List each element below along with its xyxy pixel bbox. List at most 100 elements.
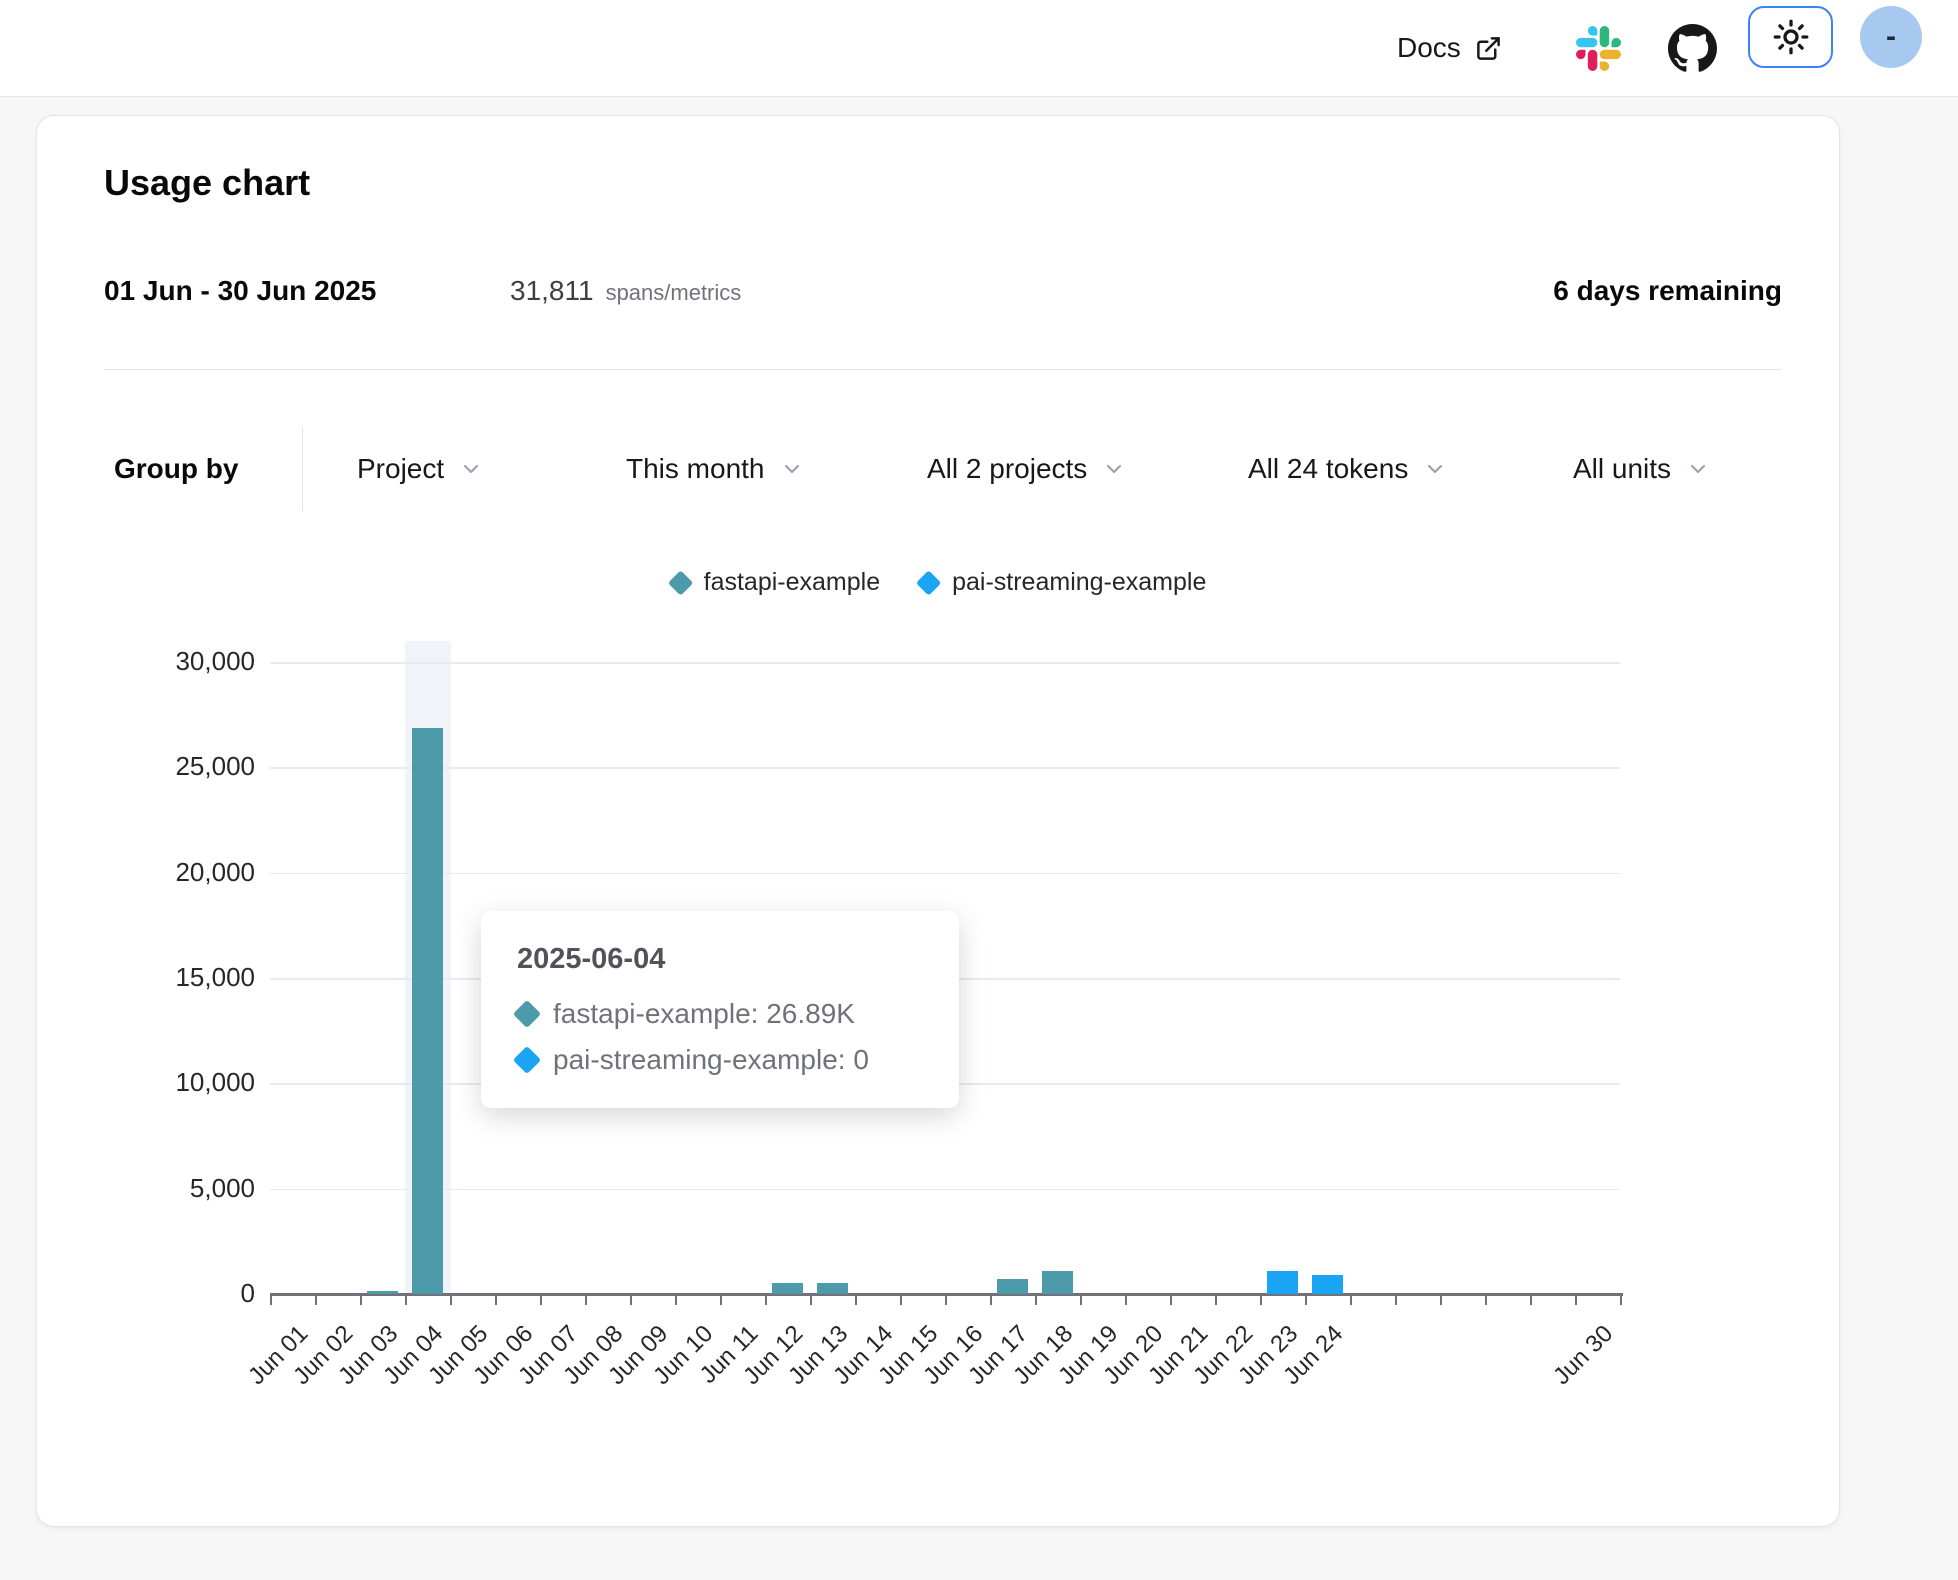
x-axis-tick — [1485, 1296, 1487, 1305]
page-title: Usage chart — [104, 162, 310, 204]
spans-unit: spans/metrics — [606, 280, 742, 306]
tooltip-row-text: pai-streaming-example: 0 — [553, 1044, 869, 1076]
legend-item[interactable]: pai-streaming-example — [920, 568, 1206, 597]
bar[interactable] — [997, 1279, 1028, 1294]
group-by-select-value: Project — [357, 453, 444, 485]
diamond-icon — [668, 570, 693, 595]
theme-toggle-button[interactable] — [1748, 6, 1833, 68]
x-axis-tick — [1575, 1296, 1577, 1305]
gridline — [270, 767, 1620, 769]
group-by-select[interactable]: Project — [357, 453, 483, 485]
x-axis-tick — [1440, 1296, 1442, 1305]
x-axis-tick — [1260, 1296, 1262, 1305]
projects-select[interactable]: All 2 projects — [927, 453, 1126, 485]
x-axis-tick — [1215, 1296, 1217, 1305]
filter-bar: Group by Project This month All 2 projec… — [37, 426, 1839, 511]
legend-label: pai-streaming-example — [952, 568, 1206, 597]
diamond-icon — [916, 570, 941, 595]
chevron-down-icon — [780, 457, 804, 481]
tooltip-row: pai-streaming-example: 0 — [517, 1044, 923, 1076]
tooltip-rows: fastapi-example: 26.89K pai-streaming-exa… — [517, 998, 923, 1076]
x-axis-tick — [1350, 1296, 1352, 1305]
bar[interactable] — [1042, 1271, 1073, 1294]
x-axis-tick — [1395, 1296, 1397, 1305]
tooltip-row-text: fastapi-example: 26.89K — [553, 998, 855, 1030]
projects-select-value: All 2 projects — [927, 453, 1087, 485]
bar[interactable] — [412, 728, 443, 1294]
sun-icon — [1773, 19, 1809, 55]
bar[interactable] — [817, 1283, 848, 1294]
y-axis-tick-label: 20,000 — [175, 857, 255, 888]
external-link-icon — [1475, 35, 1502, 62]
bar[interactable] — [367, 1291, 398, 1294]
x-axis-tick — [1125, 1296, 1127, 1305]
x-axis-tick — [900, 1296, 902, 1305]
filter-divider — [302, 426, 303, 511]
tooltip-row: fastapi-example: 26.89K — [517, 998, 923, 1030]
date-range: 01 Jun - 30 Jun 2025 — [104, 275, 376, 307]
period-select[interactable]: This month — [626, 453, 804, 485]
chevron-down-icon — [459, 457, 483, 481]
group-by-label: Group by — [114, 453, 238, 485]
y-axis-tick-label: 10,000 — [175, 1067, 255, 1098]
y-axis-tick-label: 0 — [241, 1278, 255, 1309]
chart-plot: fastapi-example pai-streaming-example 202… — [37, 546, 1841, 1426]
slack-link[interactable] — [1576, 26, 1621, 71]
chart-legend: fastapi-example pai-streaming-example — [672, 568, 1207, 597]
spans-count-group: 31,811 spans/metrics — [510, 275, 741, 307]
x-axis-tick — [675, 1296, 677, 1305]
legend-item[interactable]: fastapi-example — [672, 568, 880, 597]
period-select-value: This month — [626, 453, 765, 485]
diamond-icon — [513, 1046, 541, 1074]
chevron-down-icon — [1686, 457, 1710, 481]
gridline — [270, 662, 1620, 664]
y-axis-tick-label: 25,000 — [175, 751, 255, 782]
chevron-down-icon — [1102, 457, 1126, 481]
tokens-select[interactable]: All 24 tokens — [1248, 453, 1447, 485]
units-select[interactable]: All units — [1573, 453, 1710, 485]
y-axis-tick-label: 5,000 — [190, 1173, 255, 1204]
diamond-icon — [513, 1000, 541, 1028]
docs-link[interactable]: Docs — [1397, 0, 1502, 96]
x-axis-tick — [495, 1296, 497, 1305]
x-axis-tick — [855, 1296, 857, 1305]
bar[interactable] — [1267, 1271, 1298, 1294]
x-axis-tick — [720, 1296, 722, 1305]
x-axis-tick — [540, 1296, 542, 1305]
x-axis-tick — [1080, 1296, 1082, 1305]
x-axis-tick — [630, 1296, 632, 1305]
x-axis-tick-label: Jun 30 — [1549, 1320, 1620, 1391]
usage-chart-card: Usage chart 01 Jun - 30 Jun 2025 31,811 … — [36, 115, 1840, 1527]
usage-meta-row: 01 Jun - 30 Jun 2025 31,811 spans/metric… — [37, 271, 1839, 316]
gridline — [270, 1189, 1620, 1191]
units-select-value: All units — [1573, 453, 1671, 485]
github-icon — [1668, 24, 1717, 73]
days-remaining: 6 days remaining — [1553, 275, 1782, 307]
x-axis-tick — [1620, 1296, 1622, 1305]
docs-link-label: Docs — [1397, 32, 1461, 64]
x-axis-tick — [1170, 1296, 1172, 1305]
github-link[interactable] — [1668, 24, 1717, 73]
top-header: Docs — [0, 0, 1958, 97]
avatar[interactable]: - — [1860, 6, 1922, 68]
gridline — [270, 873, 1620, 875]
x-axis-tick — [945, 1296, 947, 1305]
slack-icon — [1576, 26, 1621, 71]
x-axis-tick — [765, 1296, 767, 1305]
x-axis-tick — [450, 1296, 452, 1305]
tokens-select-value: All 24 tokens — [1248, 453, 1408, 485]
y-axis-tick-label: 15,000 — [175, 962, 255, 993]
bar[interactable] — [772, 1283, 803, 1294]
chevron-down-icon — [1423, 457, 1447, 481]
legend-label: fastapi-example — [704, 568, 880, 597]
y-axis-tick-label: 30,000 — [175, 646, 255, 677]
section-divider — [104, 369, 1782, 370]
spans-count: 31,811 — [510, 275, 594, 307]
x-axis-tick — [1305, 1296, 1307, 1305]
x-axis-tick — [990, 1296, 992, 1305]
x-axis-tick — [810, 1296, 812, 1305]
tooltip-date: 2025-06-04 — [517, 943, 923, 976]
x-axis-tick — [1530, 1296, 1532, 1305]
bar[interactable] — [1312, 1275, 1343, 1294]
x-axis-tick — [315, 1296, 317, 1305]
